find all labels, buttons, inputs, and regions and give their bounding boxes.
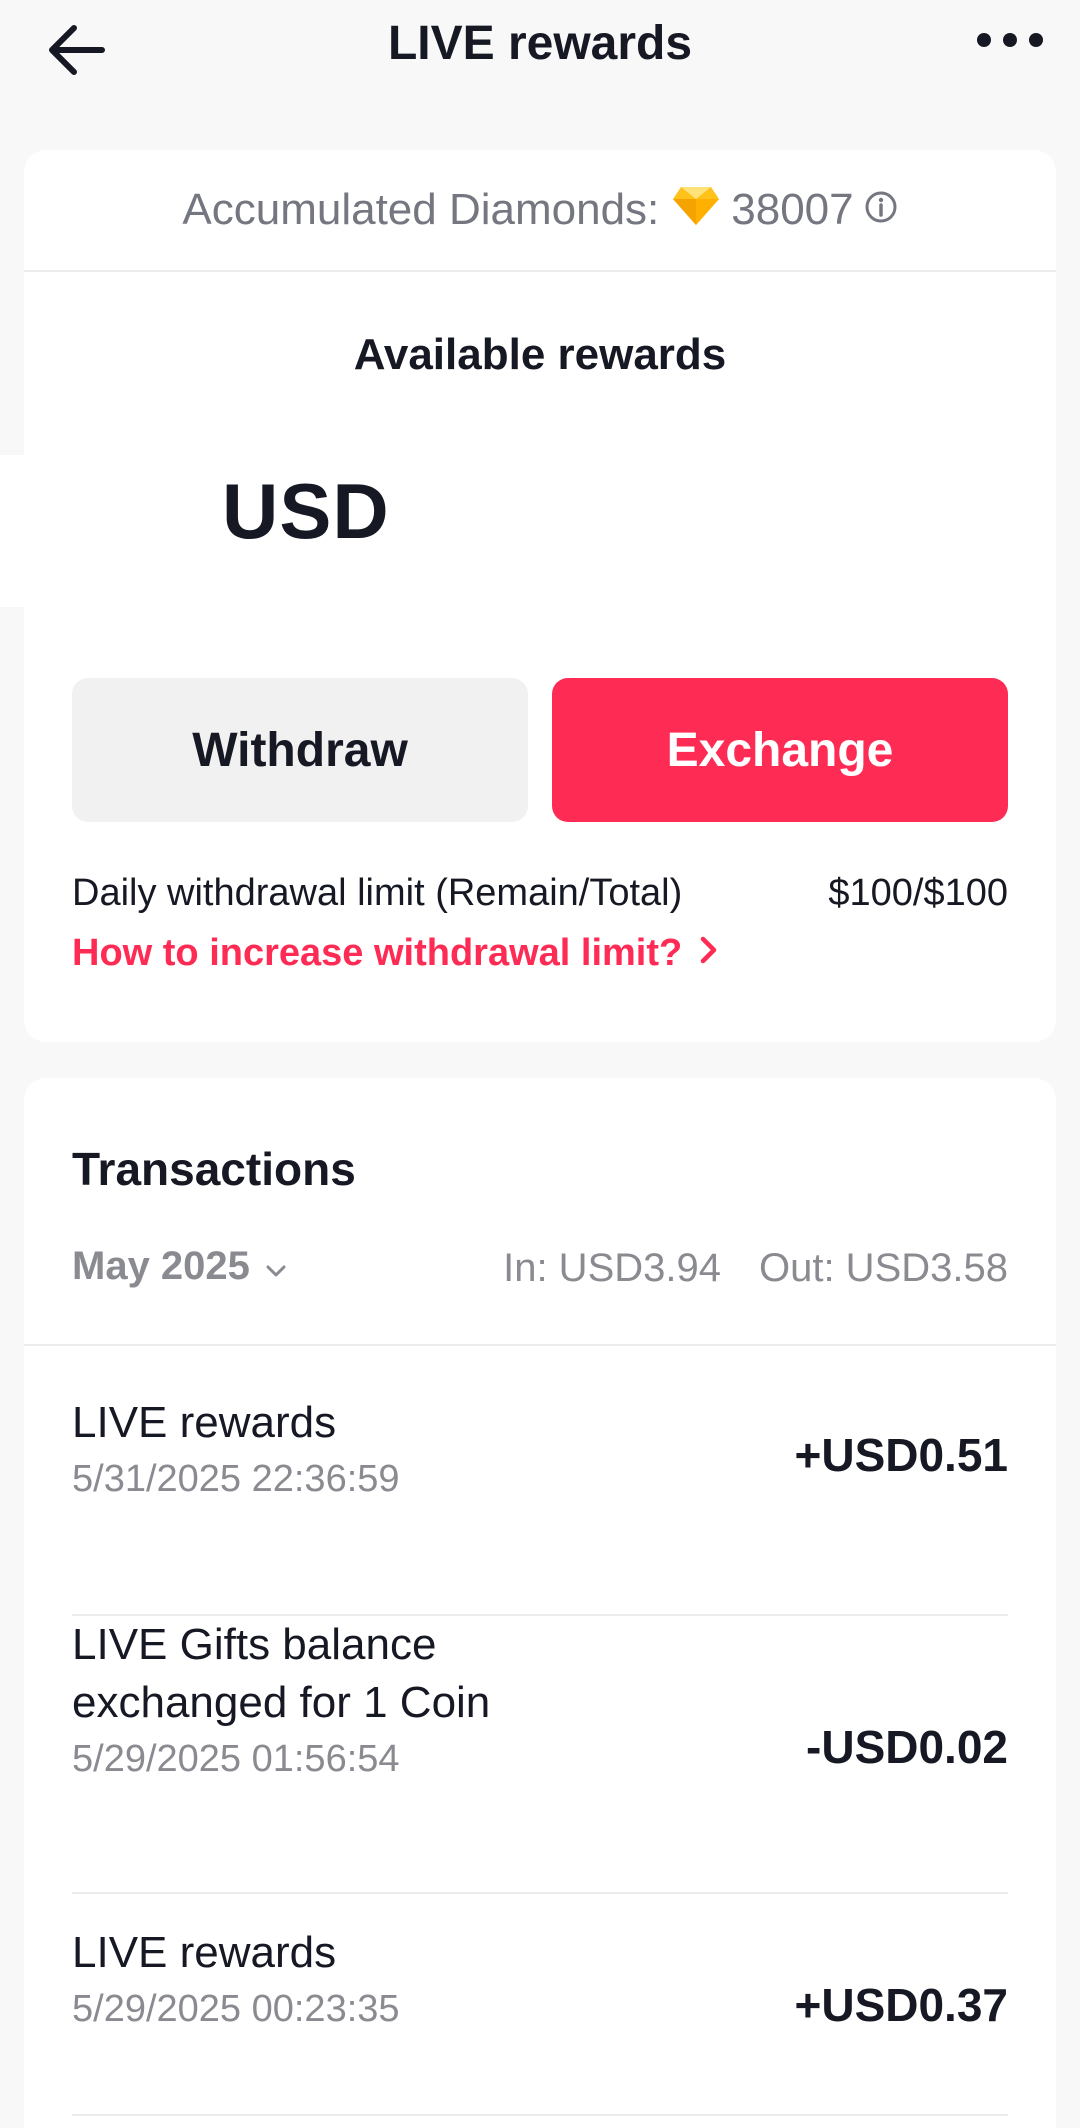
diamond-icon (671, 183, 721, 238)
increase-limit-link[interactable]: How to increase withdrawal limit? (72, 932, 720, 975)
withdrawal-limit-value: $100/$100 (828, 872, 1008, 914)
withdrawal-limit-row: Daily withdrawal limit (Remain/Total) $1… (72, 872, 1008, 915)
transaction-row[interactable]: LIVE rewards 5/29/2025 00:23:35 +USD0.37 (72, 1894, 1008, 2116)
diamonds-label: Accumulated Diamonds: (182, 185, 660, 234)
diamonds-row: Accumulated Diamonds: 38007 (24, 150, 1056, 272)
more-options-button[interactable] (970, 18, 1050, 62)
withdraw-button[interactable]: Withdraw (72, 678, 528, 822)
transaction-amount: -USD0.02 (806, 1721, 1008, 1773)
info-icon[interactable] (864, 185, 898, 235)
transaction-amount: +USD0.37 (794, 1979, 1008, 2031)
divider (24, 1344, 1056, 1346)
chevron-right-icon (698, 932, 720, 975)
withdrawal-limit-label: Daily withdrawal limit (Remain/Total) (72, 872, 683, 914)
chevron-down-icon (264, 1244, 288, 1289)
transaction-name: LIVE Gifts balance exchanged for 1 Coin (72, 1620, 491, 1727)
exchange-button[interactable]: Exchange (552, 678, 1008, 822)
month-label: May 2025 (72, 1244, 250, 1288)
available-rewards-label: Available rewards (353, 330, 727, 379)
more-dots-icon (977, 33, 1043, 47)
transaction-row[interactable]: LIVE Gifts balance exchanged for 1 Coin … (72, 1616, 1008, 1894)
out-summary: Out: USD3.58 (758, 1246, 1008, 1290)
top-bar: LIVE rewards (0, 0, 1080, 100)
edge-strip (0, 455, 24, 607)
in-summary: In: USD3.94 (503, 1246, 721, 1290)
transactions-title: Transactions (72, 1143, 356, 1195)
month-summary: In: USD3.94 Out: USD3.58 (503, 1246, 1008, 1291)
transaction-name: LIVE rewards (72, 1928, 337, 1977)
transactions-card: Transactions May 2025 In: USD3.94 Out: US… (24, 1078, 1056, 2128)
diamonds-value: 38007 (731, 185, 854, 234)
rewards-card: Accumulated Diamonds: 38007 Available re… (24, 150, 1056, 1042)
month-selector[interactable]: May 2025 (72, 1244, 288, 1289)
increase-limit-text: How to increase withdrawal limit? (72, 932, 683, 974)
currency-label: USD (222, 467, 390, 555)
transaction-amount: +USD0.51 (794, 1429, 1008, 1481)
transaction-row[interactable]: LIVE rewards 5/31/2025 22:36:59 +USD0.51 (72, 1394, 1008, 1616)
page-title: LIVE rewards (387, 17, 693, 70)
